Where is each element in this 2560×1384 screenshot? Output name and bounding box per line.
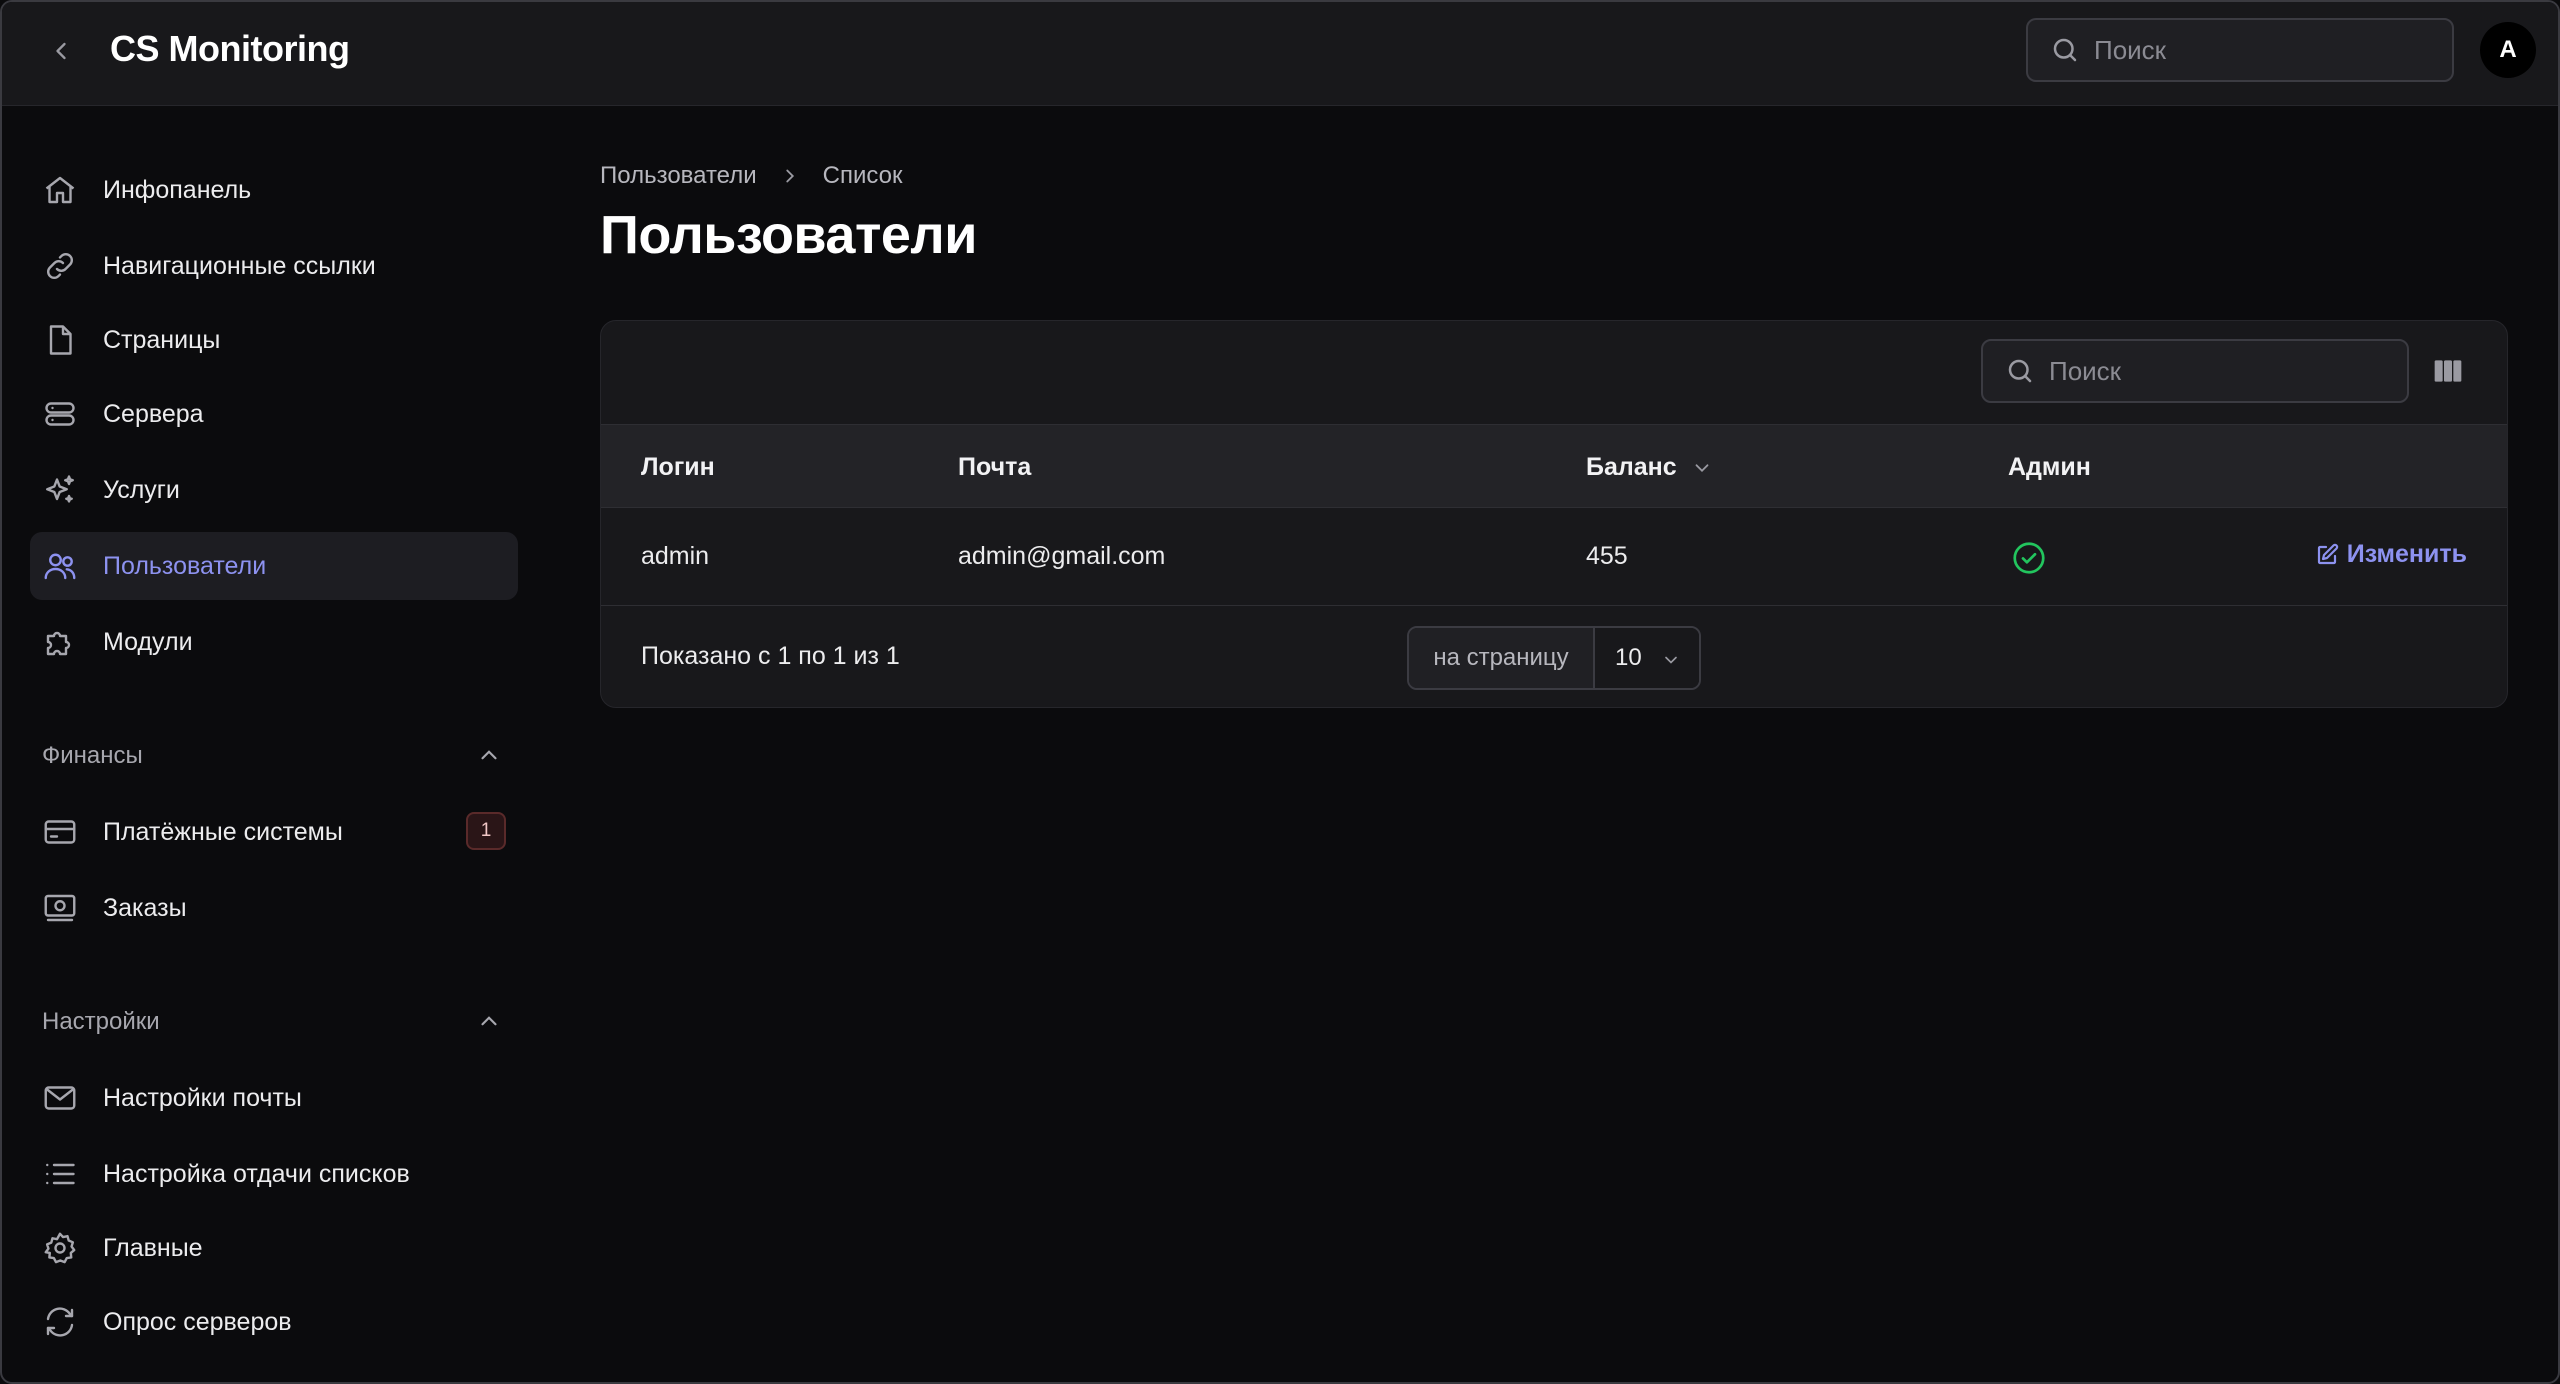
cell-email: admin@gmail.com bbox=[958, 542, 1166, 570]
per-page-control: на страницу 10 bbox=[1407, 626, 1701, 690]
sidebar-item-label: Модули bbox=[103, 627, 193, 656]
section-title: Финансы bbox=[42, 742, 143, 769]
home-icon bbox=[45, 176, 75, 204]
user-avatar[interactable]: A bbox=[2480, 22, 2536, 78]
columns-toggle-icon[interactable] bbox=[2431, 355, 2465, 387]
column-header-balance[interactable]: Баланс bbox=[1586, 453, 1713, 482]
per-page-select[interactable]: 10 bbox=[1595, 628, 1699, 688]
sidebar-item-services[interactable]: Услуги bbox=[30, 456, 518, 524]
sidebar-item-label: Заказы bbox=[103, 893, 187, 922]
sidebar-item-label: Услуги bbox=[103, 475, 180, 504]
table-row[interactable]: admin admin@gmail.com 455 Изменить bbox=[601, 508, 2507, 606]
chevron-up-icon bbox=[481, 750, 497, 760]
sidebar-item-server-polling[interactable]: Опрос серверов bbox=[30, 1288, 518, 1356]
table-search-input[interactable] bbox=[2049, 355, 2389, 387]
sidebar-item-payment-systems[interactable]: Платёжные системы 1 bbox=[30, 798, 518, 866]
edit-button[interactable]: Изменить bbox=[2315, 540, 2467, 569]
gear-icon bbox=[44, 1232, 76, 1264]
server-icon bbox=[45, 402, 75, 426]
sidebar-item-label: Сервера bbox=[103, 399, 204, 428]
sidebar-item-users[interactable]: Пользователи bbox=[30, 532, 518, 600]
chevron-down-icon bbox=[1695, 463, 1709, 472]
section-settings-toggle[interactable]: Настройки bbox=[42, 1002, 502, 1042]
search-icon bbox=[2008, 359, 2032, 383]
link-icon bbox=[47, 253, 73, 279]
column-header-login: Логин bbox=[641, 453, 715, 481]
app-window: CS Monitoring A Инфопанель Навигационные… bbox=[0, 0, 2560, 1384]
sidebar-item-orders[interactable]: Заказы bbox=[30, 874, 518, 942]
edit-button-label: Изменить bbox=[2346, 540, 2467, 568]
sidebar-item-label: Настройка отдачи списков bbox=[103, 1159, 410, 1188]
credit-card-icon bbox=[44, 820, 76, 844]
sidebar-item-servers[interactable]: Сервера bbox=[30, 380, 518, 448]
edit-icon bbox=[2317, 543, 2338, 564]
table-footer: Показано с 1 по 1 из 1 на страницу 10 bbox=[601, 606, 2507, 707]
search-icon bbox=[2053, 38, 2077, 62]
cell-login: admin bbox=[641, 542, 710, 570]
list-icon bbox=[46, 1163, 75, 1185]
sidebar-item-label: Инфопанель bbox=[103, 175, 252, 204]
notification-badge: 1 bbox=[466, 812, 506, 850]
refresh-icon bbox=[46, 1307, 74, 1337]
sidebar-item-label: Опрос серверов bbox=[103, 1307, 292, 1336]
sidebar-item-general[interactable]: Главные bbox=[30, 1214, 518, 1282]
chevron-up-icon bbox=[481, 1016, 497, 1026]
sparkles-icon bbox=[46, 475, 74, 503]
breadcrumb-item-list: Список bbox=[822, 162, 903, 189]
puzzle-icon bbox=[46, 631, 71, 656]
sidebar-item-label: Главные bbox=[103, 1233, 203, 1262]
sidebar-item-modules[interactable]: Модули bbox=[30, 608, 518, 676]
sidebar-item-label: Пользователи bbox=[103, 551, 267, 580]
chevron-down-icon bbox=[1665, 656, 1677, 664]
pagination-summary: Показано с 1 по 1 из 1 bbox=[641, 642, 900, 670]
column-header-label: Баланс bbox=[1586, 453, 1677, 481]
per-page-label: на страницу bbox=[1409, 628, 1595, 688]
chevron-left-icon bbox=[56, 42, 66, 60]
cell-balance: 455 bbox=[1586, 542, 1628, 570]
per-page-value: 10 bbox=[1615, 644, 1642, 671]
section-finance-toggle[interactable]: Финансы bbox=[42, 736, 502, 776]
table-search[interactable] bbox=[1981, 339, 2409, 403]
sidebar-item-dashboard[interactable]: Инфопанель bbox=[30, 156, 518, 224]
sidebar-item-label: Страницы bbox=[103, 325, 221, 354]
sidebar-item-label: Настройки почты bbox=[103, 1083, 302, 1112]
column-header-email: Почта bbox=[958, 453, 1032, 481]
mail-icon bbox=[44, 1086, 76, 1110]
column-header-admin: Админ bbox=[2008, 453, 2091, 481]
back-button[interactable] bbox=[40, 30, 82, 72]
sidebar-item-label: Платёжные системы bbox=[103, 817, 343, 846]
sidebar-item-pages[interactable]: Страницы bbox=[30, 306, 518, 374]
section-title: Настройки bbox=[42, 1008, 160, 1035]
sidebar-item-nav-links[interactable]: Навигационные ссылки bbox=[30, 232, 518, 300]
sidebar-item-label: Навигационные ссылки bbox=[103, 251, 376, 280]
app-title: CS Monitoring bbox=[110, 28, 350, 69]
table-header: Логин Почта Баланс Админ bbox=[601, 424, 2507, 508]
users-table-card: Логин Почта Баланс Админ admin admin@gma… bbox=[600, 320, 2508, 708]
cash-icon bbox=[44, 894, 76, 922]
page-title: Пользователи bbox=[600, 205, 977, 265]
breadcrumb-item-users[interactable]: Пользователи bbox=[600, 162, 757, 190]
global-search[interactable] bbox=[2026, 18, 2454, 82]
file-icon bbox=[49, 325, 72, 355]
chevron-right-icon bbox=[785, 169, 794, 183]
top-bar: CS Monitoring A bbox=[2, 2, 2558, 106]
users-icon bbox=[44, 553, 76, 580]
breadcrumb: Пользователи Список bbox=[600, 160, 903, 192]
check-circle-icon bbox=[2013, 542, 2045, 574]
sidebar: Инфопанель Навигационные ссылки Страницы… bbox=[2, 106, 542, 1382]
sidebar-item-mail-settings[interactable]: Настройки почты bbox=[30, 1064, 518, 1132]
global-search-input[interactable] bbox=[2094, 34, 2434, 66]
sidebar-item-list-settings[interactable]: Настройка отдачи списков bbox=[30, 1140, 518, 1208]
